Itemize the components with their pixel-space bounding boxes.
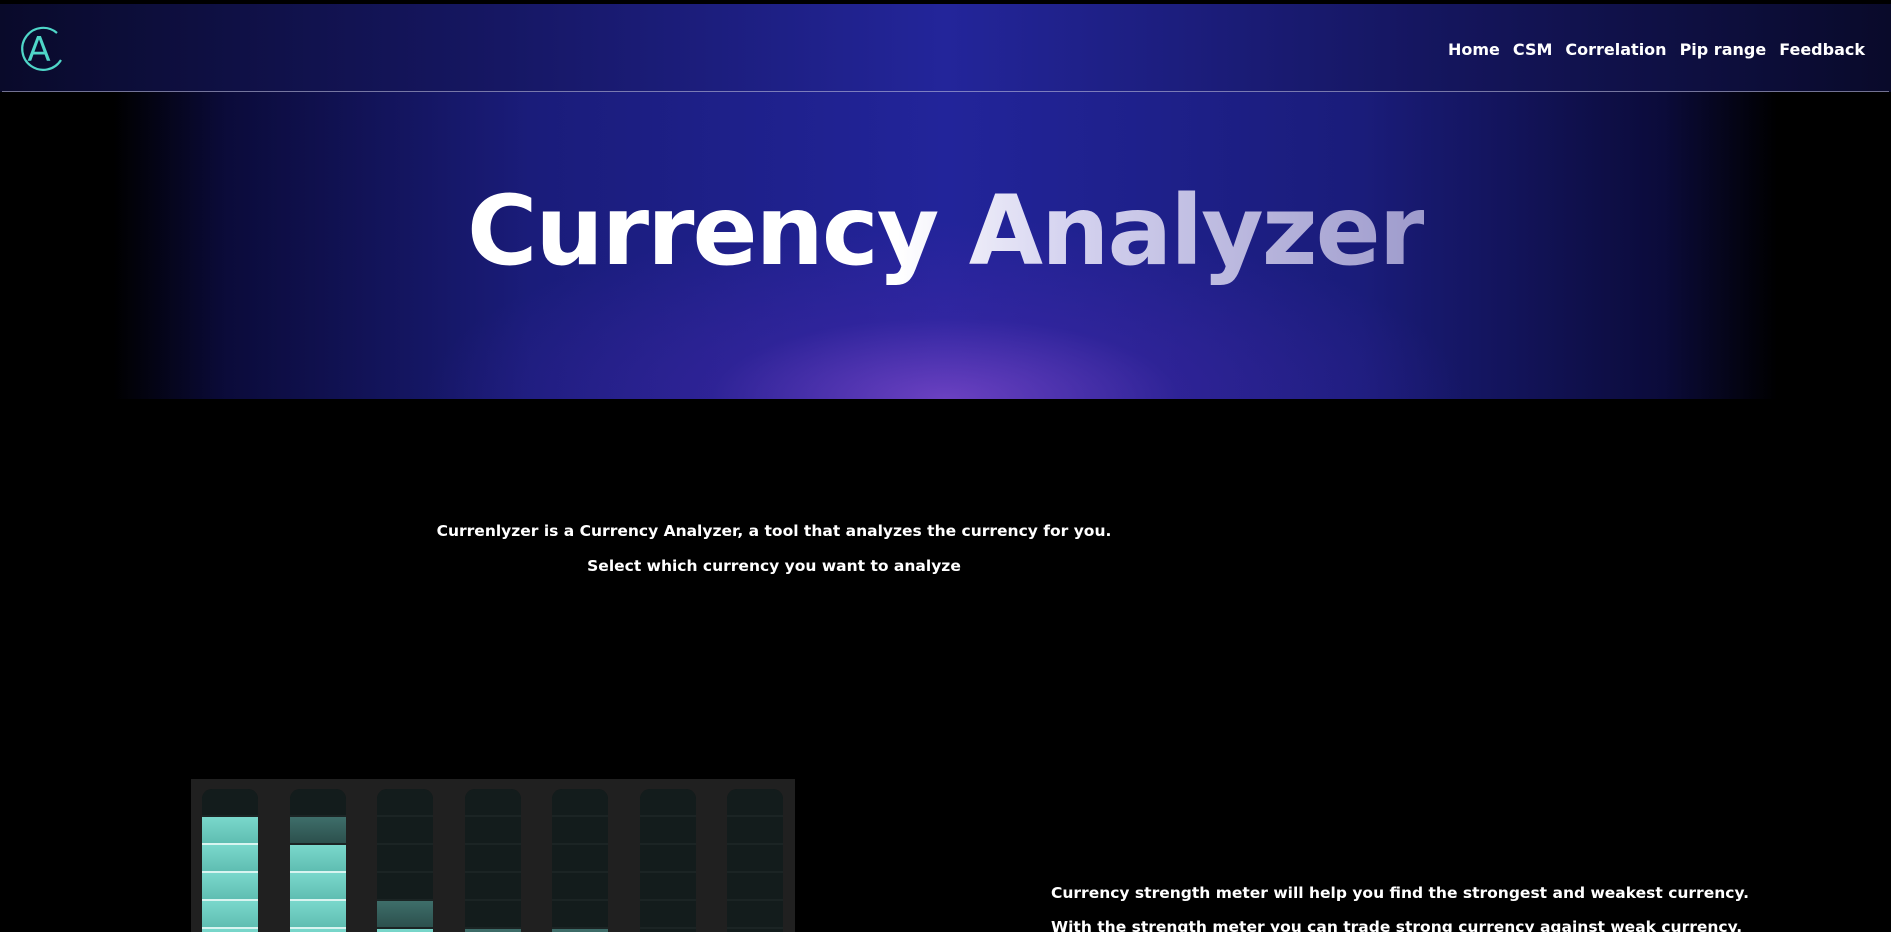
meter-bar-5 <box>552 789 608 932</box>
meter-segment <box>289 873 346 901</box>
meter-bar-7 <box>727 789 783 932</box>
nav-links: Home CSM Correlation Pip range Feedback <box>1435 40 1865 59</box>
meter-segment <box>552 817 608 845</box>
meter-segment <box>639 789 696 817</box>
logo-icon[interactable]: A <box>17 24 67 74</box>
meter-segment <box>727 845 783 873</box>
meter-segment <box>464 873 521 901</box>
meter-segment <box>289 901 346 929</box>
meter-segment <box>464 789 521 817</box>
meter-segment <box>202 845 258 873</box>
hero-title-text: Currency Analyzer <box>466 175 1426 287</box>
nav-pip-range[interactable]: Pip range <box>1680 40 1767 59</box>
intro-text: Currenlyzer is a Currency Analyzer, a to… <box>420 514 1128 584</box>
nav-home[interactable]: Home <box>1448 40 1500 59</box>
meter-segment <box>289 845 346 873</box>
meter-segment <box>377 873 433 901</box>
nav-correlation[interactable]: Correlation <box>1565 40 1666 59</box>
meter-segment <box>464 817 521 845</box>
meter-segment <box>552 873 608 901</box>
meter-bar-3 <box>377 789 433 932</box>
meter-segment <box>727 789 783 817</box>
meter-bar-2 <box>289 789 346 932</box>
logo-letter: A <box>27 30 50 70</box>
meter-segment <box>464 845 521 873</box>
nav-csm[interactable]: CSM <box>1513 40 1552 59</box>
meter-segment <box>552 789 608 817</box>
csm-line-2: With the strength meter you can trade st… <box>1051 918 1743 932</box>
hero-title: Currency Analyzer <box>0 183 1891 279</box>
meter-segment <box>639 817 696 845</box>
meter-segment <box>377 817 433 845</box>
meter-segment <box>202 873 258 901</box>
meter-segment <box>377 789 433 817</box>
meter-segment <box>464 901 521 929</box>
meter-bar-6 <box>639 789 696 932</box>
meter-bar-4 <box>464 789 521 932</box>
meter-segment <box>202 789 258 817</box>
meter-segment <box>639 901 696 929</box>
nav-feedback[interactable]: Feedback <box>1779 40 1865 59</box>
meter-segment <box>202 817 258 845</box>
meter-segment <box>727 873 783 901</box>
meter-segment <box>552 845 608 873</box>
meter-segment <box>289 817 346 845</box>
navbar-divider <box>2 91 1889 92</box>
csm-description: Currency strength meter will help you fi… <box>1051 876 1851 932</box>
strength-meter <box>191 779 795 932</box>
meter-segment <box>727 817 783 845</box>
meter-segment <box>377 845 433 873</box>
csm-line-1: Currency strength meter will help you fi… <box>1051 884 1750 902</box>
intro-line-1: Currenlyzer is a Currency Analyzer, a to… <box>436 522 1112 540</box>
meter-bar-1 <box>202 789 258 932</box>
meter-segment <box>377 901 433 929</box>
meter-segment <box>202 901 258 929</box>
navbar: A Home CSM Correlation Pip range Feedbac… <box>0 4 1891 92</box>
meter-segment <box>639 873 696 901</box>
meter-segment <box>289 789 346 817</box>
meter-segment <box>639 845 696 873</box>
meter-segment <box>727 901 783 929</box>
meter-segment <box>552 901 608 929</box>
intro-line-2: Select which currency you want to analyz… <box>587 557 961 575</box>
page: A Home CSM Correlation Pip range Feedbac… <box>0 0 1891 932</box>
